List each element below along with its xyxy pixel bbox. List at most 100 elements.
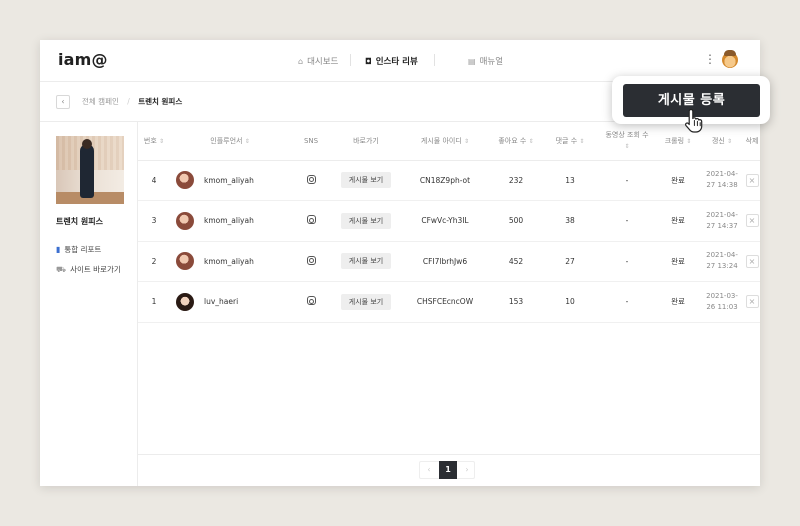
likes-count: 153 — [490, 281, 542, 323]
nav-divider — [434, 54, 435, 66]
updated-at: 2021-04- 27 13:24 — [706, 251, 738, 271]
comments-count: 10 — [542, 281, 598, 323]
prev-page-button[interactable]: ‹ — [420, 461, 438, 479]
video-views: - — [598, 160, 656, 201]
post-id: CHSFCEcncOW — [400, 281, 490, 323]
view-post-button[interactable]: 게시물 보기 — [340, 172, 392, 189]
comments-count: 38 — [542, 200, 598, 242]
row-number: 1 — [138, 281, 170, 323]
column-header-views[interactable]: 동영상 조회 수 ⇕ — [598, 122, 656, 161]
more-menu-icon[interactable]: ⋮ — [704, 52, 716, 66]
comments-count: 13 — [542, 160, 598, 201]
table-row: 3 kmom_aliyah 게시물 보기 CFwVc-Yh3IL 500 38 … — [138, 200, 760, 242]
nav-item-dashboard[interactable]: ⌂ 대시보드 — [298, 55, 339, 68]
nav-label-manual: 매뉴얼 — [479, 57, 504, 67]
updated-at: 2021-04- 27 14:38 — [706, 170, 738, 190]
pagination: ‹ 1 › — [138, 454, 760, 486]
breadcrumb-trail: 전체 캠페인 / 트렌치 원피스 — [82, 96, 182, 107]
delete-button[interactable]: × — [745, 295, 759, 309]
table-row: 4 kmom_aliyah 게시물 보기 CN18Z9ph-ot 232 13 … — [138, 160, 760, 201]
sidebar-item-site[interactable]: ⛟ 사이트 바로가기 — [56, 264, 121, 275]
table-row: 2 kmom_aliyah 게시물 보기 CFI7lbrhJw6 452 27 … — [138, 241, 760, 282]
nav-divider — [350, 54, 351, 66]
nav-item-instagram-review[interactable]: ◘ 인스타 리뷰 — [365, 55, 418, 68]
crawl-status: 완료 — [656, 241, 700, 282]
post-table: 번호 ⇕ 인플루언서 ⇕ SNS 바로가기 게시물 아이디 ⇕ 좋아요 수 ⇕ … — [138, 122, 760, 323]
post-table-area: 번호 ⇕ 인플루언서 ⇕ SNS 바로가기 게시물 아이디 ⇕ 좋아요 수 ⇕ … — [138, 122, 760, 486]
thumbnail-model-head — [82, 139, 92, 149]
influencer-avatar — [176, 211, 194, 230]
crawl-status: 완료 — [656, 281, 700, 323]
delete-button[interactable]: × — [745, 214, 759, 228]
influencer-name: kmom_aliyah — [204, 216, 254, 226]
instagram-icon[interactable] — [306, 296, 316, 306]
influencer-cell[interactable]: luv_haeri — [170, 292, 290, 311]
table-row: 1 luv_haeri 게시물 보기 CHSFCEcncOW 153 10 - … — [138, 281, 760, 323]
row-number: 3 — [138, 200, 170, 242]
column-header-number[interactable]: 번호 ⇕ — [138, 122, 170, 161]
likes-count: 500 — [490, 200, 542, 242]
nav-label-instagram-review: 인스타 리뷰 — [375, 57, 418, 67]
post-id: CN18Z9ph-ot — [400, 160, 490, 201]
instagram-icon: ◘ — [365, 56, 372, 66]
instagram-icon[interactable] — [306, 174, 316, 184]
bar-chart-icon: ▮ — [56, 245, 61, 254]
post-id: CFwVc-Yh3IL — [400, 200, 490, 242]
column-header-updated[interactable]: 갱신 ⇕ — [700, 122, 744, 161]
video-views: - — [598, 281, 656, 323]
column-header-post-id[interactable]: 게시물 아이디 ⇕ — [400, 122, 490, 161]
influencer-cell[interactable]: kmom_aliyah — [170, 211, 290, 230]
delete-button[interactable]: × — [745, 173, 759, 187]
page-button-current[interactable]: 1 — [439, 461, 457, 479]
hand-pointer-icon — [685, 108, 703, 133]
column-header-comments[interactable]: 댓글 수 ⇕ — [542, 122, 598, 161]
sidebar-item-label: 통합 리포트 — [64, 245, 102, 254]
nav-label-dashboard: 대시보드 — [307, 57, 339, 67]
sort-icon: ⇕ — [624, 142, 630, 150]
breadcrumb-parent[interactable]: 전체 캠페인 — [82, 97, 119, 106]
view-post-button[interactable]: 게시물 보기 — [340, 293, 392, 310]
video-views: - — [598, 200, 656, 242]
updated-at: 2021-04- 27 14:37 — [706, 210, 738, 230]
influencer-avatar — [176, 252, 194, 271]
influencer-cell[interactable]: kmom_aliyah — [170, 252, 290, 271]
row-number: 2 — [138, 241, 170, 282]
column-header-sns: SNS — [290, 122, 332, 161]
column-header-delete: 삭제 — [744, 122, 760, 161]
sidebar-item-label: 사이트 바로가기 — [70, 265, 121, 274]
influencer-cell[interactable]: kmom_aliyah — [170, 171, 290, 190]
comments-count: 27 — [542, 241, 598, 282]
user-avatar[interactable] — [722, 50, 738, 68]
delete-button[interactable]: × — [745, 254, 759, 268]
column-header-likes[interactable]: 좋아요 수 ⇕ — [490, 122, 542, 161]
next-page-button[interactable]: › — [458, 461, 476, 479]
instagram-icon[interactable] — [306, 255, 316, 265]
crawl-status: 완료 — [656, 200, 700, 242]
instagram-icon[interactable] — [306, 215, 316, 225]
campaign-title: 트렌치 원피스 — [56, 217, 103, 226]
sort-icon: ⇕ — [464, 137, 470, 145]
column-header-influencer[interactable]: 인플루언서 ⇕ — [170, 122, 290, 161]
influencer-name: kmom_aliyah — [204, 175, 254, 185]
column-header-shortcut: 바로가기 — [332, 122, 400, 161]
influencer-name: luv_haeri — [204, 297, 239, 307]
row-number: 4 — [138, 160, 170, 201]
sort-icon: ⇕ — [686, 137, 692, 145]
updated-at: 2021-03- 26 11:03 — [706, 291, 738, 311]
likes-count: 452 — [490, 241, 542, 282]
sort-icon: ⇕ — [159, 137, 165, 145]
sort-icon: ⇕ — [727, 137, 733, 145]
thumbnail-model — [80, 144, 94, 198]
view-post-button[interactable]: 게시물 보기 — [340, 253, 392, 270]
video-views: - — [598, 241, 656, 282]
home-icon: ⌂ — [298, 56, 304, 66]
sidebar-item-report[interactable]: ▮ 통합 리포트 — [56, 244, 101, 255]
back-button[interactable]: ‹ — [56, 95, 70, 109]
sort-icon: ⇕ — [244, 137, 250, 145]
crawl-status: 완료 — [656, 160, 700, 201]
campaign-sidebar: 트렌치 원피스 ▮ 통합 리포트 ⛟ 사이트 바로가기 — [40, 122, 138, 486]
view-post-button[interactable]: 게시물 보기 — [340, 212, 392, 229]
nav-item-manual[interactable]: ▤ 매뉴얼 — [468, 55, 504, 68]
manual-icon: ▤ — [468, 56, 476, 66]
influencer-avatar — [176, 292, 194, 311]
